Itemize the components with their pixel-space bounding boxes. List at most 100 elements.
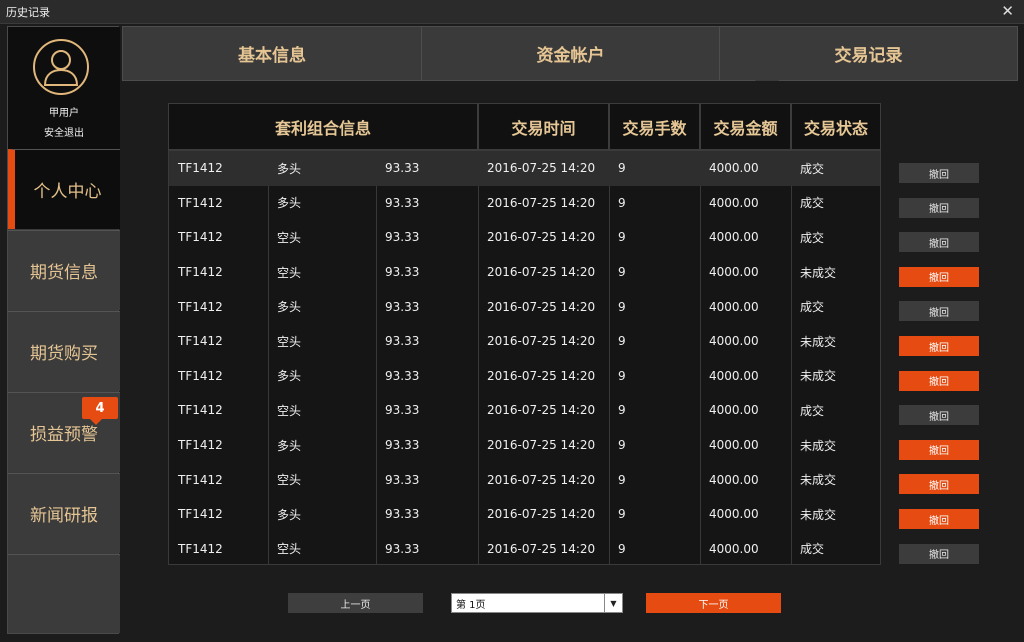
nav-item-news-research[interactable]: 新闻研报 [8,473,120,553]
tab-label: 基本信息 [238,46,306,66]
cell-status: 成交 [800,161,825,176]
cell-status: 成交 [800,230,825,245]
cell-direction: 空头 [277,265,302,280]
cell-contract-code: TF1412 [178,541,223,556]
header-trade-time: 交易时间 [478,103,609,150]
cell-lots: 9 [618,541,626,556]
cell-price: 93.33 [385,230,420,245]
withdraw-button[interactable]: 撤回 [899,163,979,183]
nav-item-futures-info[interactable]: 期货信息 [8,230,120,310]
withdraw-button[interactable]: 撤回 [899,474,979,495]
next-page-button[interactable]: 下一页 [646,593,781,613]
cell-trade-time: 2016-07-25 14:20 [487,438,596,453]
cell-amount: 4000.00 [709,265,759,280]
cell-price: 93.33 [385,472,420,487]
table-row[interactable]: TF1412 多头 93.33 2016-07-25 14:20 9 4000.00 未成交 [169,428,880,463]
cell-status: 成交 [800,300,825,315]
cell-amount: 4000.00 [709,541,759,556]
prev-page-button[interactable]: 上一页 [288,593,423,613]
active-tab-pointer [755,54,779,81]
cell-price: 93.33 [385,195,420,210]
cell-contract-code: TF1412 [178,195,223,210]
cell-amount: 4000.00 [709,230,759,245]
cell-amount: 4000.00 [709,472,759,487]
page-select[interactable]: 第 1页 ▼ [451,593,623,613]
header-amount: 交易金额 [700,103,791,150]
cell-trade-time: 2016-07-25 14:20 [487,334,596,349]
header-status: 交易状态 [791,103,881,150]
cell-lots: 9 [618,438,626,453]
withdraw-button[interactable]: 撤回 [899,439,979,460]
logout-link[interactable]: 安全退出 [8,124,120,139]
table-row[interactable]: TF1412 多头 93.33 2016-07-25 14:20 9 4000.00 未成交 [169,497,880,532]
nav-item-personal-center[interactable]: 个人中心 [8,149,120,229]
cell-contract-code: TF1412 [178,265,223,280]
header-lots: 交易手数 [609,103,700,150]
nav-item-label: 损益预警 [30,425,98,445]
table-row[interactable]: TF1412 空头 93.33 2016-07-25 14:20 9 4000.00 成交 [169,220,880,255]
cell-trade-time: 2016-07-25 14:20 [487,161,596,176]
table-row[interactable]: TF1412 空头 93.33 2016-07-25 14:20 9 4000.00 成交 [169,532,880,567]
cell-lots: 9 [618,334,626,349]
page-select-value: 第 1页 [456,599,486,611]
cell-lots: 9 [618,403,626,418]
cell-trade-time: 2016-07-25 14:20 [487,265,596,280]
cell-price: 93.33 [385,334,420,349]
cell-contract-code: TF1412 [178,334,223,349]
tab-label: 资金帐户 [536,46,605,66]
cell-contract-code: TF1412 [178,507,223,522]
withdraw-button[interactable]: 撤回 [899,197,979,218]
table-row[interactable]: TF1412 空头 93.33 2016-07-25 14:20 9 4000.00 未成交 [169,255,880,290]
window-title: 历史记录 [6,6,50,19]
cell-contract-code: TF1412 [178,161,223,176]
cell-trade-time: 2016-07-25 14:20 [487,299,596,314]
cell-status: 未成交 [800,507,837,522]
cell-price: 93.33 [385,299,420,314]
cell-contract-code: TF1412 [178,403,223,418]
nav-item-profit-alert[interactable]: 损益预警 4 [8,392,120,472]
cell-status: 未成交 [800,438,837,453]
close-icon[interactable]: ✕ [1001,2,1014,20]
withdraw-button[interactable]: 撤回 [899,543,979,564]
cell-status: 未成交 [800,369,837,384]
nav-empty-slot [8,554,120,633]
cell-trade-time: 2016-07-25 14:20 [487,541,596,556]
cell-direction: 空头 [277,403,302,418]
table-row[interactable]: TF1412 空头 93.33 2016-07-25 14:20 9 4000.00 未成交 [169,462,880,497]
cell-price: 93.33 [385,507,420,522]
cell-lots: 9 [618,230,626,245]
user-silhouette-icon[interactable] [33,39,89,95]
table-row[interactable]: TF1412 空头 93.33 2016-07-25 14:20 9 4000.00 未成交 [169,324,880,359]
table-row[interactable]: TF1412 空头 93.33 2016-07-25 14:20 9 4000.00 成交 [169,393,880,428]
table-row[interactable]: TF1412 多头 93.33 2016-07-25 14:20 9 4000.00 成交 [169,289,880,324]
nav-item-label: 期货购买 [30,344,98,364]
nav-item-label: 期货信息 [30,263,98,283]
table-row[interactable]: TF1412 多头 93.33 2016-07-25 14:20 9 4000.00 成交 [169,186,880,221]
withdraw-button[interactable]: 撤回 [899,232,979,253]
cell-price: 93.33 [385,368,420,383]
sidebar: 甲用户 安全退出 个人中心 期货信息 期货购买 损益预警 4 新闻研报 [7,26,120,634]
cell-direction: 多头 [277,369,302,384]
tab-basic-info[interactable]: 基本信息 [122,26,422,81]
cell-trade-time: 2016-07-25 14:20 [487,507,596,522]
withdraw-button[interactable]: 撤回 [899,336,979,356]
withdraw-button[interactable]: 撤回 [899,266,979,287]
triangle-down-icon[interactable]: ▼ [604,594,622,612]
table-row[interactable]: TF1412 多头 93.33 2016-07-25 14:20 9 4000.00 成交 [169,151,880,186]
nav-item-futures-purchase[interactable]: 期货购买 [8,311,120,391]
cell-contract-code: TF1412 [178,438,223,453]
withdraw-button[interactable]: 撤回 [899,301,979,322]
cell-direction: 空头 [277,334,302,349]
cell-trade-time: 2016-07-25 14:20 [487,368,596,383]
withdraw-button[interactable]: 撤回 [899,370,979,391]
cell-amount: 4000.00 [709,161,759,176]
header-combo-info: 套利组合信息 [168,103,478,150]
withdraw-button[interactable]: 撤回 [899,405,979,426]
nav-item-label: 个人中心 [33,182,102,202]
cell-lots: 9 [618,195,626,210]
cell-amount: 4000.00 [709,195,759,210]
cell-status: 成交 [800,403,825,418]
withdraw-button[interactable]: 撤回 [899,509,979,529]
table-row[interactable]: TF1412 多头 93.33 2016-07-25 14:20 9 4000.00 未成交 [169,359,880,394]
tab-fund-account[interactable]: 资金帐户 [421,26,720,81]
